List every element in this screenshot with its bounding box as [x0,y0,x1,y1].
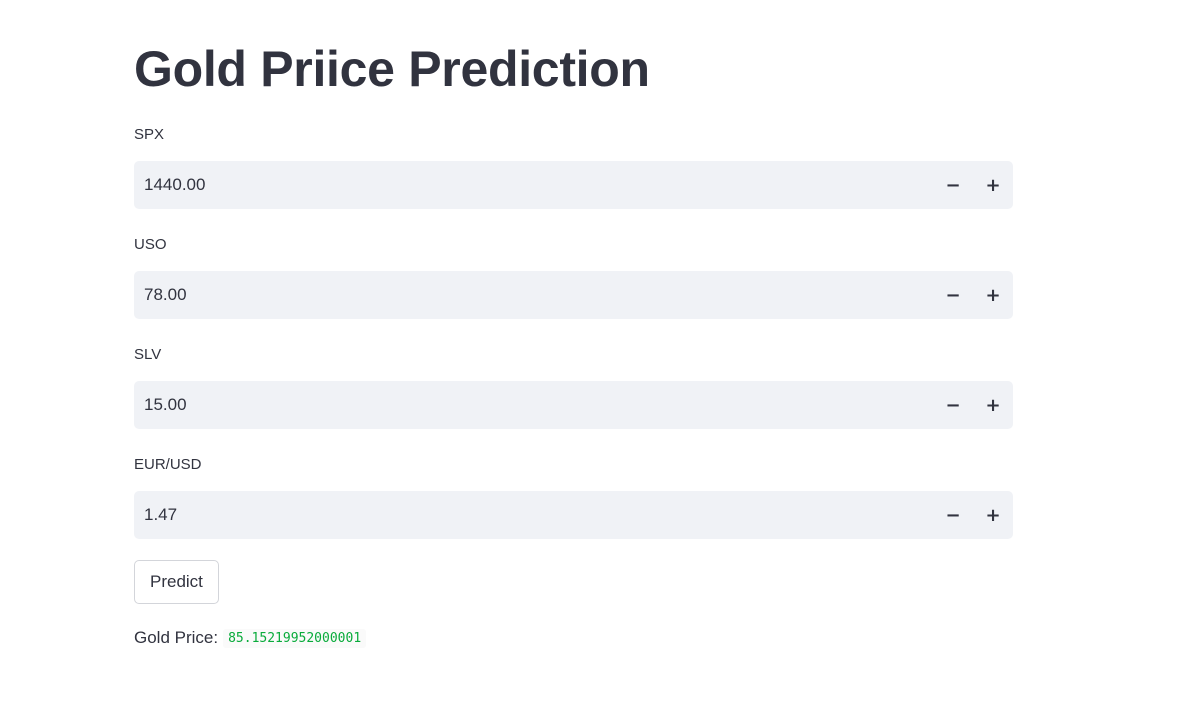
eurusd-label: EUR/USD [134,456,202,473]
eurusd-field: EUR/USD − + [134,455,1013,539]
slv-decrement-button[interactable]: − [933,381,973,429]
uso-increment-button[interactable]: + [973,271,1013,319]
spx-increment-button[interactable]: + [973,161,1013,209]
eurusd-input[interactable] [134,491,933,539]
slv-number-input: − + [134,381,1013,429]
eurusd-increment-button[interactable]: + [973,491,1013,539]
predict-button-wrapper: Predict [134,560,1013,604]
uso-decrement-button[interactable]: − [933,271,973,319]
page-title: Gold Priice Prediction [134,41,650,97]
eurusd-decrement-button[interactable]: − [933,491,973,539]
spx-decrement-button[interactable]: − [933,161,973,209]
spx-label: SPX [134,126,165,143]
slv-increment-button[interactable]: + [973,381,1013,429]
slv-field: SLV − + [134,345,1013,429]
uso-field: USO − + [134,235,1013,319]
predict-button[interactable]: Predict [134,560,219,604]
uso-number-input: − + [134,271,1013,319]
spx-number-input: − + [134,161,1013,209]
result-value: 85.15219952000001 [223,628,367,648]
eurusd-number-input: − + [134,491,1013,539]
slv-label: SLV [134,346,162,363]
spx-input[interactable] [134,161,933,209]
main-container: Gold Priice Prediction SPX − + USO − + S… [134,0,1013,648]
uso-label: USO [134,236,167,253]
uso-input[interactable] [134,271,933,319]
result-label: Gold Price: [134,628,219,647]
slv-input[interactable] [134,381,933,429]
spx-field: SPX − + [134,125,1013,209]
result-line: Gold Price: 85.15219952000001 [134,628,1013,648]
